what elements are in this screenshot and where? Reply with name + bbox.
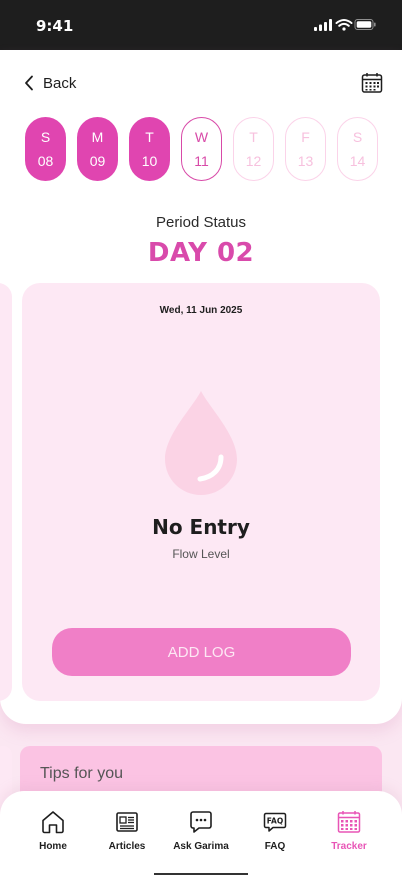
day-letter: T xyxy=(249,129,258,145)
day-number: 08 xyxy=(37,153,54,169)
day-pill[interactable]: F 13 xyxy=(285,117,326,181)
entry-title: No Entry xyxy=(152,515,250,539)
home-indicator xyxy=(154,873,248,875)
day-pill[interactable]: M 09 xyxy=(77,117,118,181)
home-icon xyxy=(42,811,64,834)
previous-entry-card[interactable] xyxy=(0,283,12,701)
day-pill[interactable]: T 10 xyxy=(129,117,170,181)
svg-text:FAQ: FAQ xyxy=(267,817,283,826)
day-number: 09 xyxy=(89,153,106,169)
signal-icon xyxy=(314,19,332,31)
nav-label: Tracker xyxy=(331,841,367,852)
tracker-icon xyxy=(337,811,361,833)
day-letter: T xyxy=(145,129,154,145)
nav-faq[interactable]: FAQ FAQ xyxy=(239,809,311,859)
entry-date: Wed, 11 Jun 2025 xyxy=(159,305,243,316)
entry-subtitle: Flow Level xyxy=(172,547,230,561)
period-day: DAY 02 xyxy=(147,238,255,268)
entry-card: Wed, 11 Jun 2025 No Entry Flow Level ADD… xyxy=(22,283,380,701)
day-letter: S xyxy=(40,129,51,145)
week-strip: S 08 M 09 T 10 W 11 T 12 F 13 S 14 xyxy=(25,117,381,182)
nav-label: Articles xyxy=(108,841,146,852)
day-number: 14 xyxy=(349,153,366,169)
nav-articles[interactable]: Articles xyxy=(91,809,163,859)
day-letter: S xyxy=(352,129,363,145)
faq-icon: FAQ xyxy=(263,812,287,832)
nav-label: Ask Garima xyxy=(173,841,229,852)
period-status-label: Period Status xyxy=(155,214,247,231)
back-button[interactable]: Back xyxy=(24,72,76,94)
tracker-card: Back S 08 M 09 T 10 W 11 T 12 F 13 S 14 … xyxy=(0,50,402,724)
nav-ask-garima[interactable]: Ask Garima xyxy=(165,809,237,859)
nav-home[interactable]: Home xyxy=(17,809,89,859)
day-pill[interactable]: T 12 xyxy=(233,117,274,181)
status-time: 9:41 xyxy=(36,17,74,35)
day-letter: W xyxy=(194,129,209,145)
nav-tracker[interactable]: Tracker xyxy=(313,809,385,859)
day-letter: F xyxy=(301,129,310,145)
chevron-left-icon xyxy=(25,75,33,91)
day-letter: M xyxy=(91,129,104,145)
day-pill-today[interactable]: W 11 xyxy=(181,117,222,181)
status-icons xyxy=(314,18,376,32)
add-log-button[interactable]: ADD LOG xyxy=(52,628,351,676)
drop-icon xyxy=(165,391,237,495)
back-label: Back xyxy=(43,74,77,92)
day-number: 13 xyxy=(297,153,314,169)
tips-title: Tips for you xyxy=(40,765,123,782)
day-number: 10 xyxy=(141,153,158,169)
wifi-icon xyxy=(335,19,353,31)
battery-icon xyxy=(354,19,376,30)
nav-label: Home xyxy=(39,841,67,852)
articles-icon xyxy=(116,812,138,832)
day-number: 12 xyxy=(245,153,262,169)
day-pill[interactable]: S 08 xyxy=(25,117,66,181)
status-bar: 9:41 xyxy=(0,0,402,50)
day-pill[interactable]: S 14 xyxy=(337,117,378,181)
calendar-icon[interactable] xyxy=(361,72,383,94)
nav-label: FAQ xyxy=(264,841,286,852)
chat-icon xyxy=(190,811,212,833)
day-number: 11 xyxy=(194,153,209,169)
bottom-nav: Home Articles Ask Garima FAQ FAQ Tracker xyxy=(0,791,402,878)
header: Back xyxy=(0,50,402,114)
